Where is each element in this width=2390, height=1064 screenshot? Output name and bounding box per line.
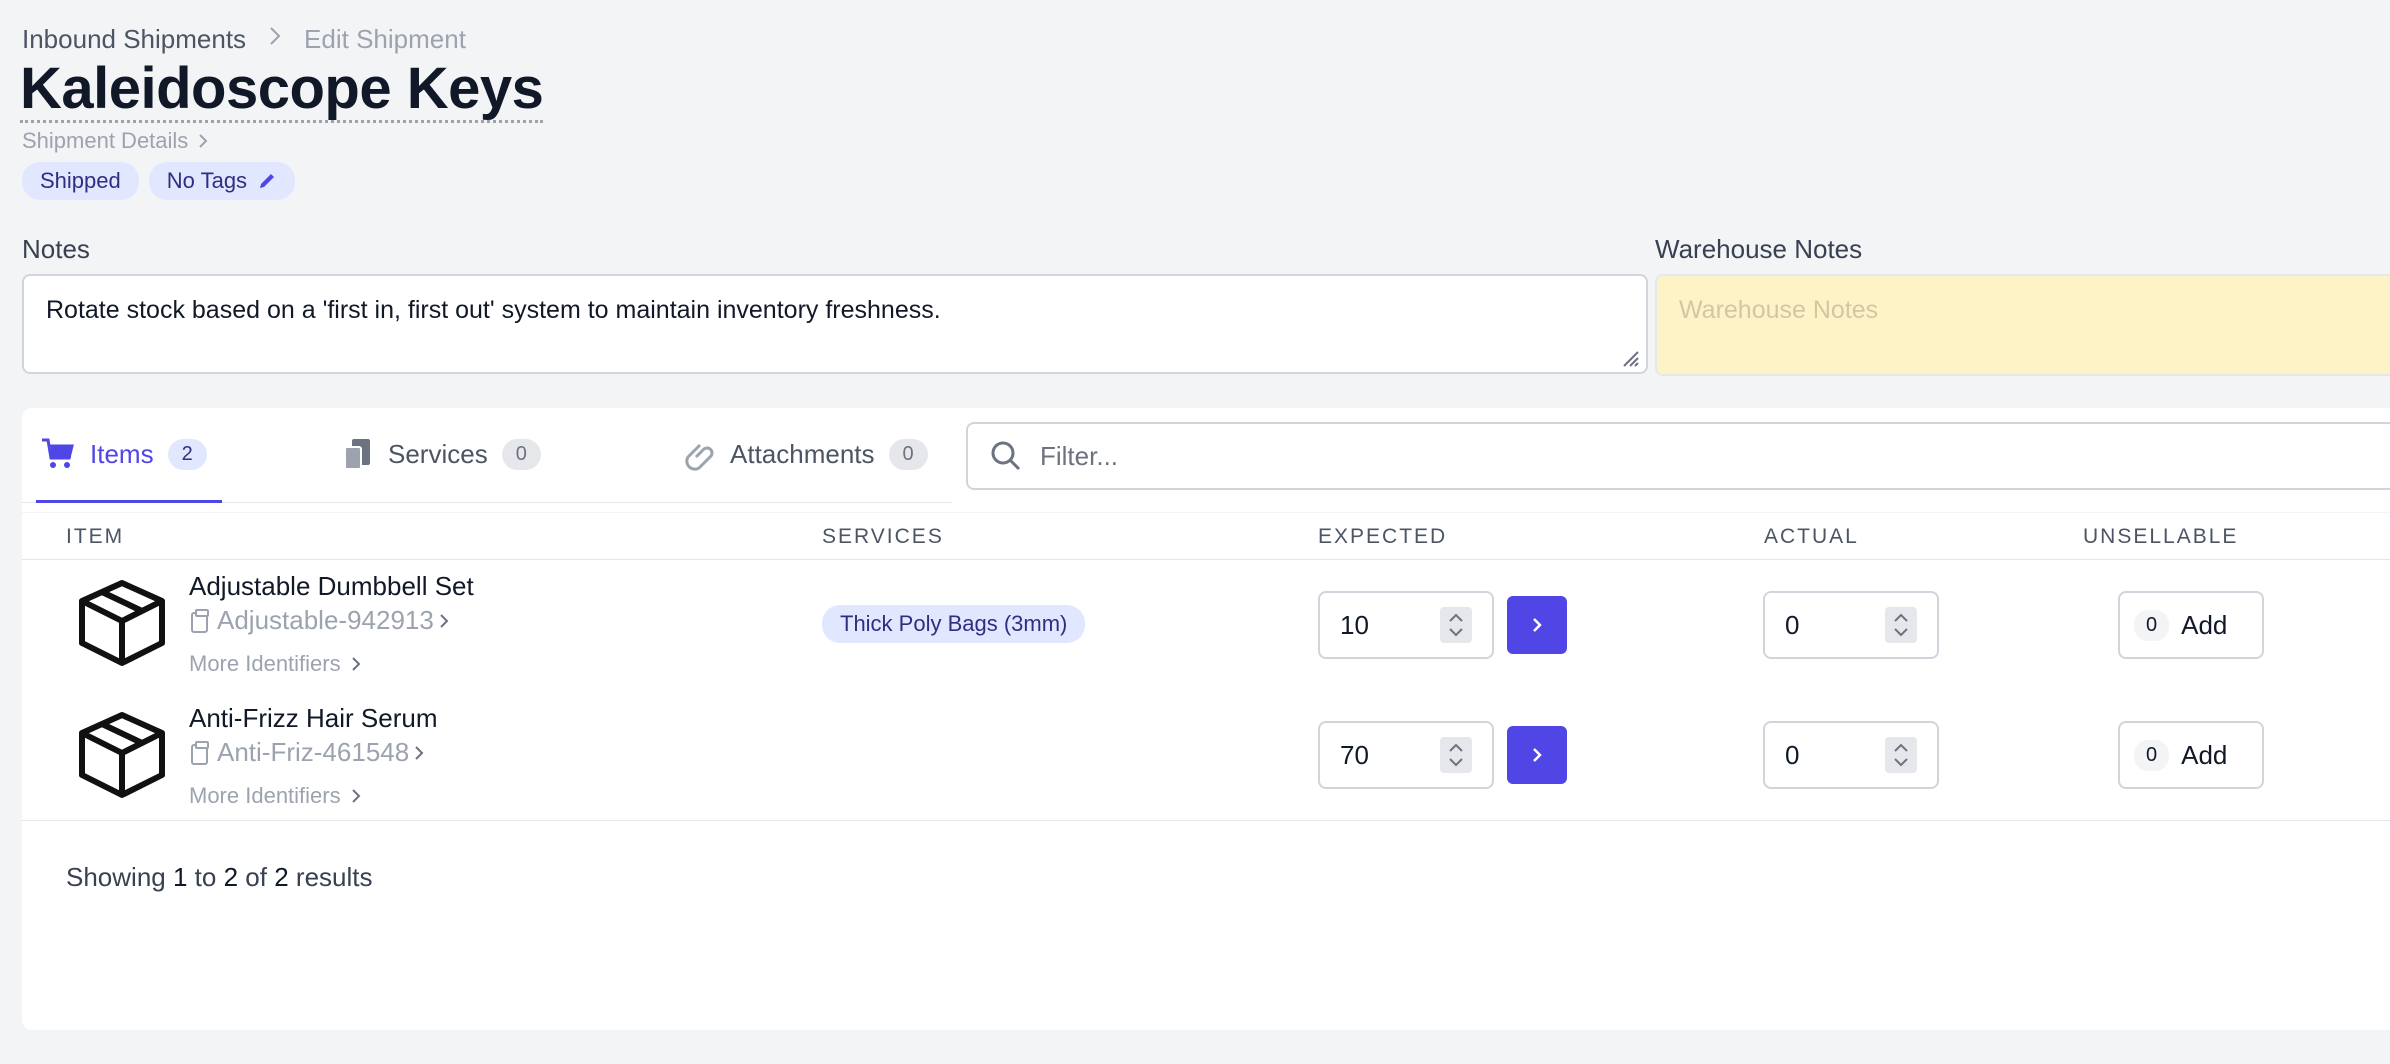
more-identifiers[interactable]: More Identifiers xyxy=(189,783,361,809)
tags-badge[interactable]: No Tags xyxy=(148,162,296,200)
expected-value: 70 xyxy=(1340,739,1369,770)
more-identifiers-label: More Identifiers xyxy=(189,783,341,808)
breadcrumb-current: Edit Shipment xyxy=(304,24,466,54)
header-services: SERVICES xyxy=(822,525,944,548)
tab-items[interactable]: Items 2 xyxy=(40,430,207,478)
actual-input[interactable]: 0 xyxy=(1763,591,1939,659)
unsellable-add-button[interactable]: 0 Add xyxy=(2118,591,2264,659)
sku-text: Adjustable-942913 xyxy=(217,605,434,635)
unsellable-count: 0 xyxy=(2134,739,2170,771)
showing-label: Showing xyxy=(66,862,166,892)
chevron-right-icon xyxy=(351,789,361,803)
chevron-right-icon xyxy=(351,657,361,671)
tab-attachments-count: 0 xyxy=(888,438,928,470)
stepper-icon[interactable] xyxy=(1440,607,1472,643)
copy-icon[interactable] xyxy=(189,607,213,635)
sku-text: Anti-Friz-461548 xyxy=(217,737,410,767)
tab-items-count: 2 xyxy=(167,438,207,470)
paperclip-icon xyxy=(685,443,714,471)
warehouse-notes-placeholder: Warehouse Notes xyxy=(1679,296,1879,324)
add-label: Add xyxy=(2181,609,2228,640)
badge-row: Shipped No Tags xyxy=(22,162,296,200)
product-name[interactable]: Anti-Frizz Hair Serum xyxy=(189,703,437,734)
active-tab-indicator xyxy=(36,500,222,503)
header-item: ITEM xyxy=(66,525,125,548)
chevron-right-icon xyxy=(440,613,449,628)
product-name[interactable]: Adjustable Dumbbell Set xyxy=(189,571,474,602)
tags-label: No Tags xyxy=(166,168,248,193)
tab-services-count: 0 xyxy=(501,438,541,470)
filter-field[interactable] xyxy=(966,422,2390,490)
tab-services[interactable]: Services 0 xyxy=(342,430,541,478)
notes-label: Notes xyxy=(22,234,90,264)
expected-input[interactable]: 10 xyxy=(1318,591,1494,659)
product-sku[interactable]: Anti-Friz-461548 xyxy=(189,737,425,768)
tab-attachments-label: Attachments xyxy=(730,438,875,469)
breadcrumb-inbound-shipments[interactable]: Inbound Shipments xyxy=(22,24,246,55)
range-to: 2 xyxy=(223,862,239,892)
notes-textarea[interactable]: Rotate stock based on a 'first in, first… xyxy=(22,274,1648,374)
range-from: 1 xyxy=(172,862,188,892)
copy-expected-button[interactable] xyxy=(1507,596,1567,654)
header-actual: ACTUAL xyxy=(1764,525,1859,548)
header-unsellable: UNSELLABLE xyxy=(2083,525,2239,548)
product-sku[interactable]: Adjustable-942913 xyxy=(189,605,450,636)
actual-input[interactable]: 0 xyxy=(1763,721,1939,789)
items-panel: Items 2 Services 0 Attachments 0 ITEM SE… xyxy=(22,408,2390,1030)
actual-value: 0 xyxy=(1785,609,1800,640)
shipment-details-link[interactable]: Shipment Details xyxy=(22,128,208,154)
notes-value: Rotate stock based on a 'first in, first… xyxy=(46,296,941,324)
filter-input[interactable] xyxy=(1038,439,2242,473)
more-identifiers[interactable]: More Identifiers xyxy=(189,651,361,677)
actual-value: 0 xyxy=(1785,739,1800,770)
clipboard-icon xyxy=(344,439,370,470)
to-label: to xyxy=(194,862,217,892)
expected-input[interactable]: 70 xyxy=(1318,721,1494,789)
breadcrumb: Inbound Shipments Edit Shipment xyxy=(22,24,466,55)
table-row: Adjustable Dumbbell Set Adjustable-94291… xyxy=(22,559,2390,689)
resize-handle-icon[interactable] xyxy=(1618,346,1640,368)
status-badge: Shipped xyxy=(22,162,139,200)
chevron-right-icon xyxy=(199,134,208,148)
pagination-summary: Showing 1 to 2 of 2 results xyxy=(66,862,373,893)
expected-value: 10 xyxy=(1340,609,1369,640)
shipment-details-label: Shipment Details xyxy=(22,128,189,153)
more-identifiers-label: More Identifiers xyxy=(189,651,341,676)
cart-icon xyxy=(42,438,74,468)
pencil-icon[interactable] xyxy=(257,171,277,191)
search-icon xyxy=(991,441,1021,471)
header-expected: EXPECTED xyxy=(1318,525,1448,548)
total-count: 2 xyxy=(274,862,289,892)
service-badge: Thick Poly Bags (3mm) xyxy=(822,605,1086,643)
box-icon xyxy=(79,580,165,666)
tab-attachments[interactable]: Attachments 0 xyxy=(682,430,928,478)
warehouse-notes-textarea[interactable]: Warehouse Notes xyxy=(1655,274,2390,376)
tab-items-label: Items xyxy=(90,438,154,469)
copy-icon[interactable] xyxy=(189,739,213,767)
table-header: ITEM SERVICES EXPECTED ACTUAL UNSELLABLE xyxy=(22,512,2390,560)
stepper-icon[interactable] xyxy=(1440,737,1472,773)
add-label: Add xyxy=(2181,739,2228,770)
unsellable-count: 0 xyxy=(2134,609,2170,641)
copy-expected-button[interactable] xyxy=(1507,726,1567,784)
box-icon xyxy=(79,712,165,798)
chevron-right-icon xyxy=(268,25,282,54)
table-row: Anti-Frizz Hair Serum Anti-Friz-461548 M… xyxy=(22,689,2390,819)
stepper-icon[interactable] xyxy=(1885,737,1917,773)
tab-services-label: Services xyxy=(388,438,488,469)
chevron-right-icon xyxy=(1533,618,1542,632)
page-title[interactable]: Kaleidoscope Keys xyxy=(20,58,544,123)
table-bottom-divider xyxy=(22,820,2390,821)
chevron-right-icon xyxy=(415,745,424,760)
chevron-right-icon xyxy=(1533,748,1542,762)
warehouse-notes-label: Warehouse Notes xyxy=(1655,234,1863,264)
unsellable-add-button[interactable]: 0 Add xyxy=(2118,721,2264,789)
of-label: of xyxy=(245,862,267,892)
results-label: results xyxy=(295,862,373,892)
stepper-icon[interactable] xyxy=(1885,607,1917,643)
